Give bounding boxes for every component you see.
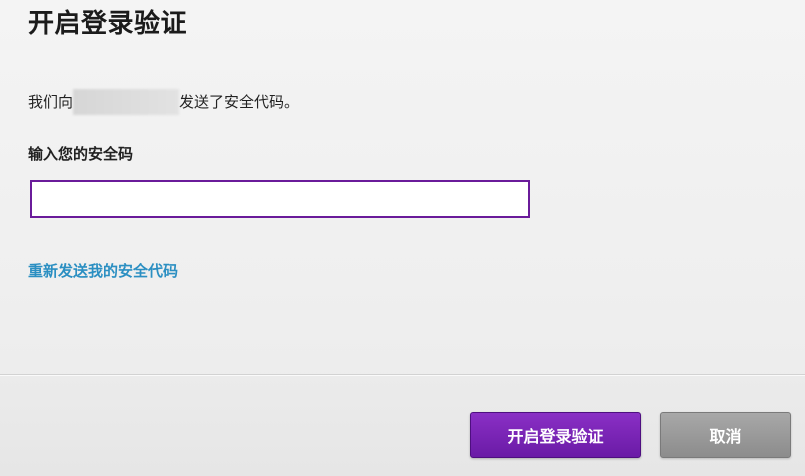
security-code-label: 输入您的安全码 — [28, 145, 134, 163]
redacted-contact — [73, 89, 180, 115]
cancel-button[interactable]: 取消 — [660, 412, 791, 458]
sent-message-prefix: 我们向 — [28, 93, 74, 111]
code-sent-message: 我们向 发送了安全代码。 — [28, 89, 299, 115]
dialog-title: 开启登录验证 — [28, 9, 188, 39]
enable-verification-button[interactable]: 开启登录验证 — [470, 412, 641, 458]
login-verification-dialog: 开启登录验证 我们向 发送了安全代码。 输入您的安全码 重新发送我的安全代码 开… — [0, 0, 805, 476]
footer-divider — [0, 374, 805, 376]
security-code-input[interactable] — [30, 180, 530, 218]
sent-message-suffix: 发送了安全代码。 — [179, 93, 300, 111]
resend-code-link[interactable]: 重新发送我的安全代码 — [28, 260, 178, 282]
